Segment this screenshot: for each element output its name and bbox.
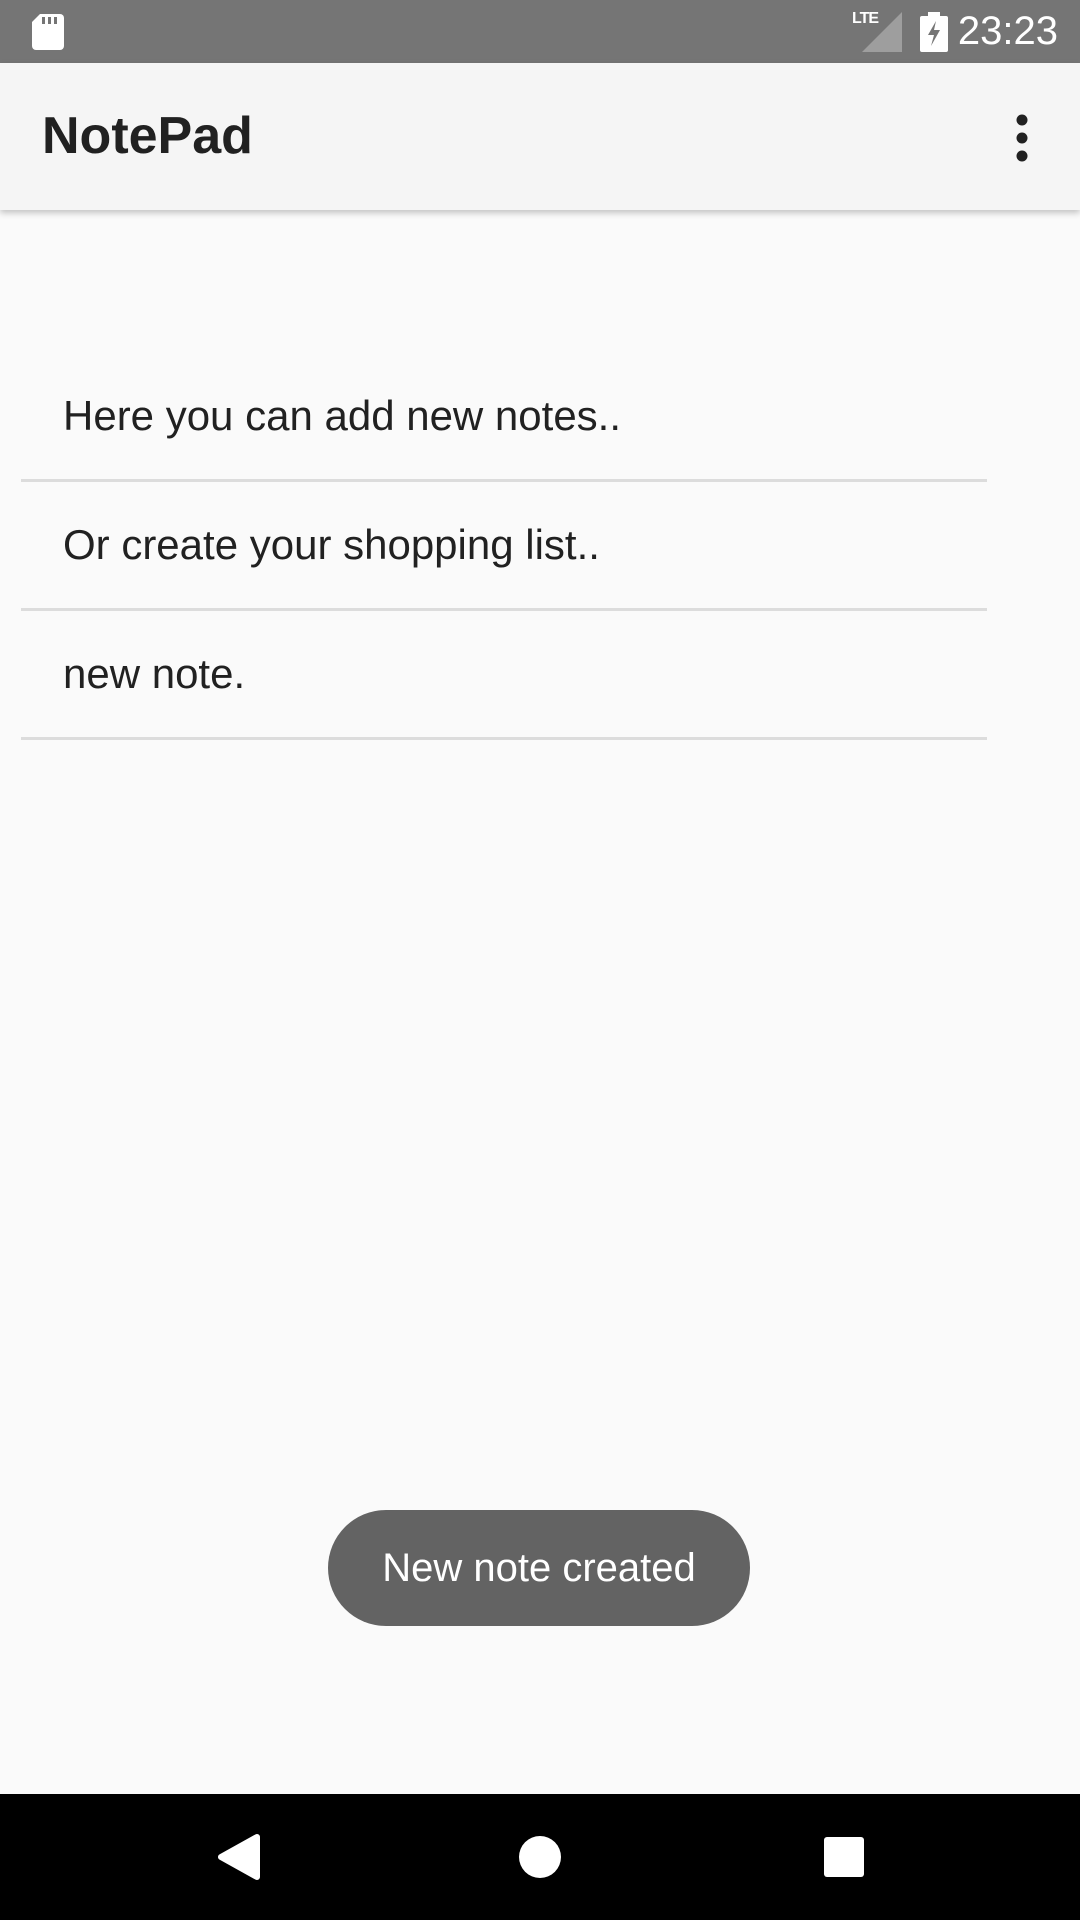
note-text: Or create your shopping list.. <box>63 521 600 568</box>
status-time: 23:23 <box>957 9 1058 53</box>
notes-list: Here you can add new notes.. Or create y… <box>21 353 987 740</box>
app-bar: NotePad <box>0 63 1080 210</box>
more-vert-icon <box>1016 114 1028 162</box>
recents-button[interactable] <box>804 1817 884 1897</box>
note-list-item[interactable]: Or create your shopping list.. <box>21 482 987 611</box>
note-list-item[interactable]: new note. <box>21 611 987 740</box>
home-button[interactable] <box>500 1817 580 1897</box>
back-icon <box>218 1834 260 1880</box>
note-list-item[interactable]: Here you can add new notes.. <box>21 353 987 482</box>
toast: New note created <box>328 1510 750 1626</box>
status-bar: LTE 23:23 <box>0 0 1080 63</box>
note-text: new note. <box>63 650 246 697</box>
navigation-bar <box>0 1794 1080 1920</box>
toast-message: New note created <box>382 1545 696 1590</box>
note-text: Here you can add new notes.. <box>63 392 622 439</box>
battery-charging-icon <box>920 12 948 52</box>
sd-card-icon <box>32 14 64 50</box>
home-icon <box>519 1836 561 1878</box>
overflow-menu-button[interactable] <box>990 106 1054 170</box>
back-button[interactable] <box>199 1817 279 1897</box>
network-type-label: LTE <box>852 10 879 27</box>
recents-icon <box>824 1837 864 1877</box>
app-title: NotePad <box>42 107 253 165</box>
